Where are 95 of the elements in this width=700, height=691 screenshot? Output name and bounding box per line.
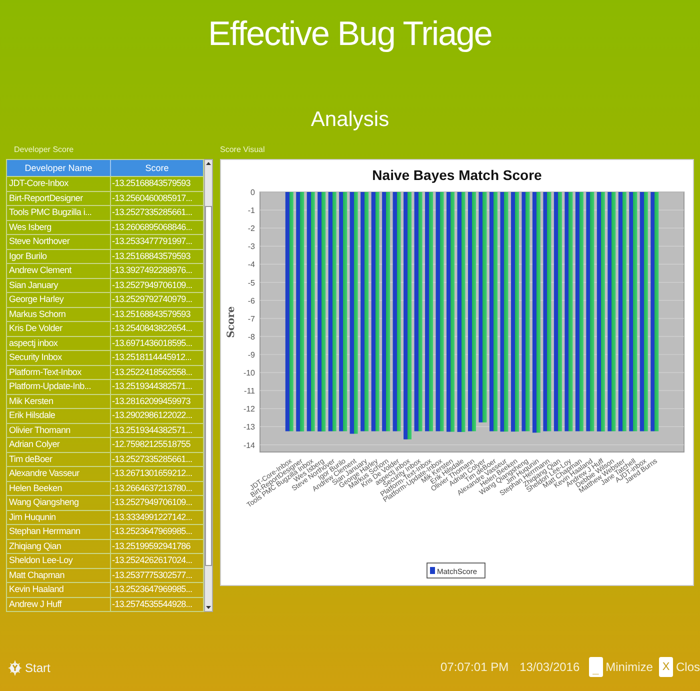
table-cell: Wes Isberg <box>7 220 111 234</box>
y-tick-label: -4 <box>248 260 255 270</box>
table-cell: Helen Beeken <box>7 482 111 495</box>
column-header[interactable]: Developer Name <box>7 160 111 176</box>
table-cell: Sheldon Lee-Loy <box>7 554 111 568</box>
table-cell-text: -13.2524262617024... <box>111 554 194 567</box>
y-tick-label: -14 <box>243 440 255 450</box>
table-cell-text: -13.2671301659212... <box>111 467 194 480</box>
table-cell-text: -13.25168843579593 <box>111 177 192 190</box>
table-cell: George Harley <box>7 293 111 306</box>
table-cell: Markus Schorn <box>7 308 111 321</box>
table-cell-text: -13.25199592941786 <box>111 540 192 552</box>
y-tick-label: -13 <box>243 422 255 432</box>
table-cell: Erik Hilsdale <box>7 409 111 422</box>
table-cell-text: -13.2527335285661... <box>111 206 194 219</box>
start-button[interactable]: Start <box>25 659 50 677</box>
table-cell-text: -13.2523647969985... <box>111 583 194 596</box>
table-cell: Tim deBoer <box>7 452 111 466</box>
table-cell: Platform-Text-Inbox <box>7 366 111 379</box>
y-tick-label: 0 <box>250 188 255 197</box>
y-tick-label: -1 <box>248 206 255 216</box>
section-label: Developer Score <box>13 144 75 156</box>
y-tick-label: -9 <box>248 350 255 360</box>
chart-title: Naive Bayes Match Score <box>372 167 542 183</box>
close-button[interactable]: Clos <box>676 658 700 676</box>
table-cell-text: -13.2574535544928... <box>111 598 194 610</box>
table-cell-text: -13.2527949706109... <box>111 278 194 292</box>
table-cell: Andrew J Huff <box>7 598 111 611</box>
app-title: Effective Bug Triage <box>208 14 492 55</box>
table-cell-text: -13.2537775302577... <box>111 568 194 582</box>
table-cell-text: -13.2560460085917... <box>111 192 194 204</box>
table-cell-text: -13.2529792740979... <box>111 293 194 306</box>
scroll-thumb[interactable] <box>205 206 212 566</box>
table-cell: Wang Qiangsheng <box>7 496 111 510</box>
table-cell-text: -13.2606895068846... <box>111 220 194 234</box>
table-cell-text: -12.75982125518755 <box>111 438 192 451</box>
table-cell: Platform-Update-Inb... <box>7 380 111 394</box>
page-subtitle: Analysis <box>310 107 390 133</box>
table-cell: Adrian Colyer <box>7 438 111 452</box>
clock-time: 07:07:01 PM <box>440 659 509 676</box>
table-cell: Kris De Volder <box>7 322 111 336</box>
y-tick-label: -7 <box>248 314 255 324</box>
y-axis-label: Score <box>226 306 237 338</box>
table-cell: Olivier Thomann <box>7 424 111 437</box>
column-header[interactable]: Score <box>111 160 203 176</box>
table-cell-text: -13.28162099459973 <box>111 394 192 408</box>
table-cell: Jim Huqunin <box>7 510 111 524</box>
table-cell: Andrew Clement <box>7 264 111 278</box>
table-cell-text: -13.2518114445912... <box>111 351 192 364</box>
table-cell: Kevin Haaland <box>7 583 111 596</box>
table-cell-text: -13.2519344382571... <box>111 380 194 393</box>
table-cell-text: -13.2523647969985... <box>111 525 194 538</box>
table-cell-text: -13.2527949706109... <box>111 496 194 509</box>
close-icon[interactable]: X <box>658 657 673 677</box>
table-cell: Stephan Herrmann <box>7 525 111 538</box>
scroll-up-icon[interactable] <box>205 160 212 167</box>
y-tick-label: -3 <box>248 242 255 252</box>
table-cell-text: -13.2540843822654... <box>111 322 194 335</box>
section-label: Score Visual <box>220 144 266 156</box>
table-cell-text: -13.25168843579593 <box>111 308 192 320</box>
table-cell-text: -13.2902986122022... <box>111 409 194 422</box>
table-cell: Sian January <box>7 278 111 292</box>
clock-date: 13/03/2016 <box>520 659 580 676</box>
table-cell: Alexandre Vasseur <box>7 467 111 480</box>
table-cell: Zhiqiang Qian <box>7 540 111 553</box>
table-cell: Matt Chapman <box>7 568 111 582</box>
table-cell: JDT-Core-Inbox <box>7 177 111 190</box>
y-tick-label: -6 <box>248 296 255 306</box>
y-tick-label: -5 <box>248 278 255 288</box>
table-cell-text: -13.2533477791997... <box>111 235 194 248</box>
table-cell: Security Inbox <box>7 351 111 364</box>
table-cell: Steve Northover <box>7 235 111 248</box>
y-tick-label: -2 <box>248 224 255 234</box>
scroll-down-icon[interactable] <box>205 604 212 611</box>
table-cell-text: -13.25168843579593 <box>111 250 192 262</box>
table-cell-text: -13.2519344382571... <box>111 424 194 436</box>
y-tick-label: -10 <box>243 368 255 378</box>
table-cell-text: -13.2527335285661... <box>111 452 194 466</box>
table-cell: aspectj inbox <box>7 336 111 350</box>
minimize-icon[interactable]: _ <box>588 657 603 677</box>
table-cell-text: -13.2522418562558... <box>111 366 194 378</box>
y-tick-label: -12 <box>243 404 255 414</box>
minimize-button[interactable]: Minimize <box>606 658 653 676</box>
table-cell: Birt-ReportDesigner <box>7 192 111 205</box>
table-cell-text: -13.3334991227142... <box>111 510 194 524</box>
table-cell-text: -13.3927492288976... <box>111 264 194 277</box>
gear-icon[interactable] <box>8 660 22 676</box>
scrollbar[interactable] <box>204 159 213 612</box>
table-cell: Mik Kersten <box>7 394 111 408</box>
y-tick-label: -11 <box>244 386 255 396</box>
table-cell: Tools PMC Bugzilla i... <box>7 206 111 220</box>
table-cell: Igor Burilo <box>7 250 111 263</box>
y-tick-label: -8 <box>248 332 255 342</box>
table-cell-text: -13.2664637213780... <box>111 482 194 494</box>
table-cell-text: -13.6971436018595... <box>111 336 194 350</box>
